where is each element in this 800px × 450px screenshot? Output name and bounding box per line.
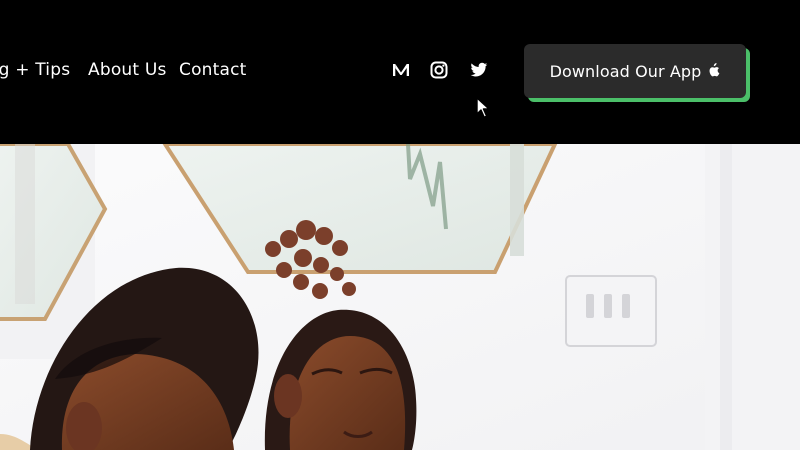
twitter-icon[interactable] (470, 61, 488, 79)
apple-icon (709, 63, 720, 77)
mouse-cursor-icon (476, 97, 490, 118)
nav-link-blog-tips[interactable]: og + Tips (0, 58, 70, 82)
site-header: og + Tips About Us Contact Download Our … (0, 0, 800, 144)
instagram-icon[interactable] (430, 61, 448, 79)
download-app-label: Download Our App (549, 61, 702, 81)
landing-page: og + Tips About Us Contact Download Our … (0, 0, 800, 450)
nav-link-about-us[interactable]: About Us (88, 58, 167, 82)
download-app-button[interactable]: Download Our App (524, 44, 746, 98)
medium-icon[interactable] (392, 61, 410, 79)
hero-family-photo (0, 144, 800, 450)
nav-link-contact[interactable]: Contact (179, 58, 247, 82)
download-app-cta: Download Our App (524, 44, 751, 102)
